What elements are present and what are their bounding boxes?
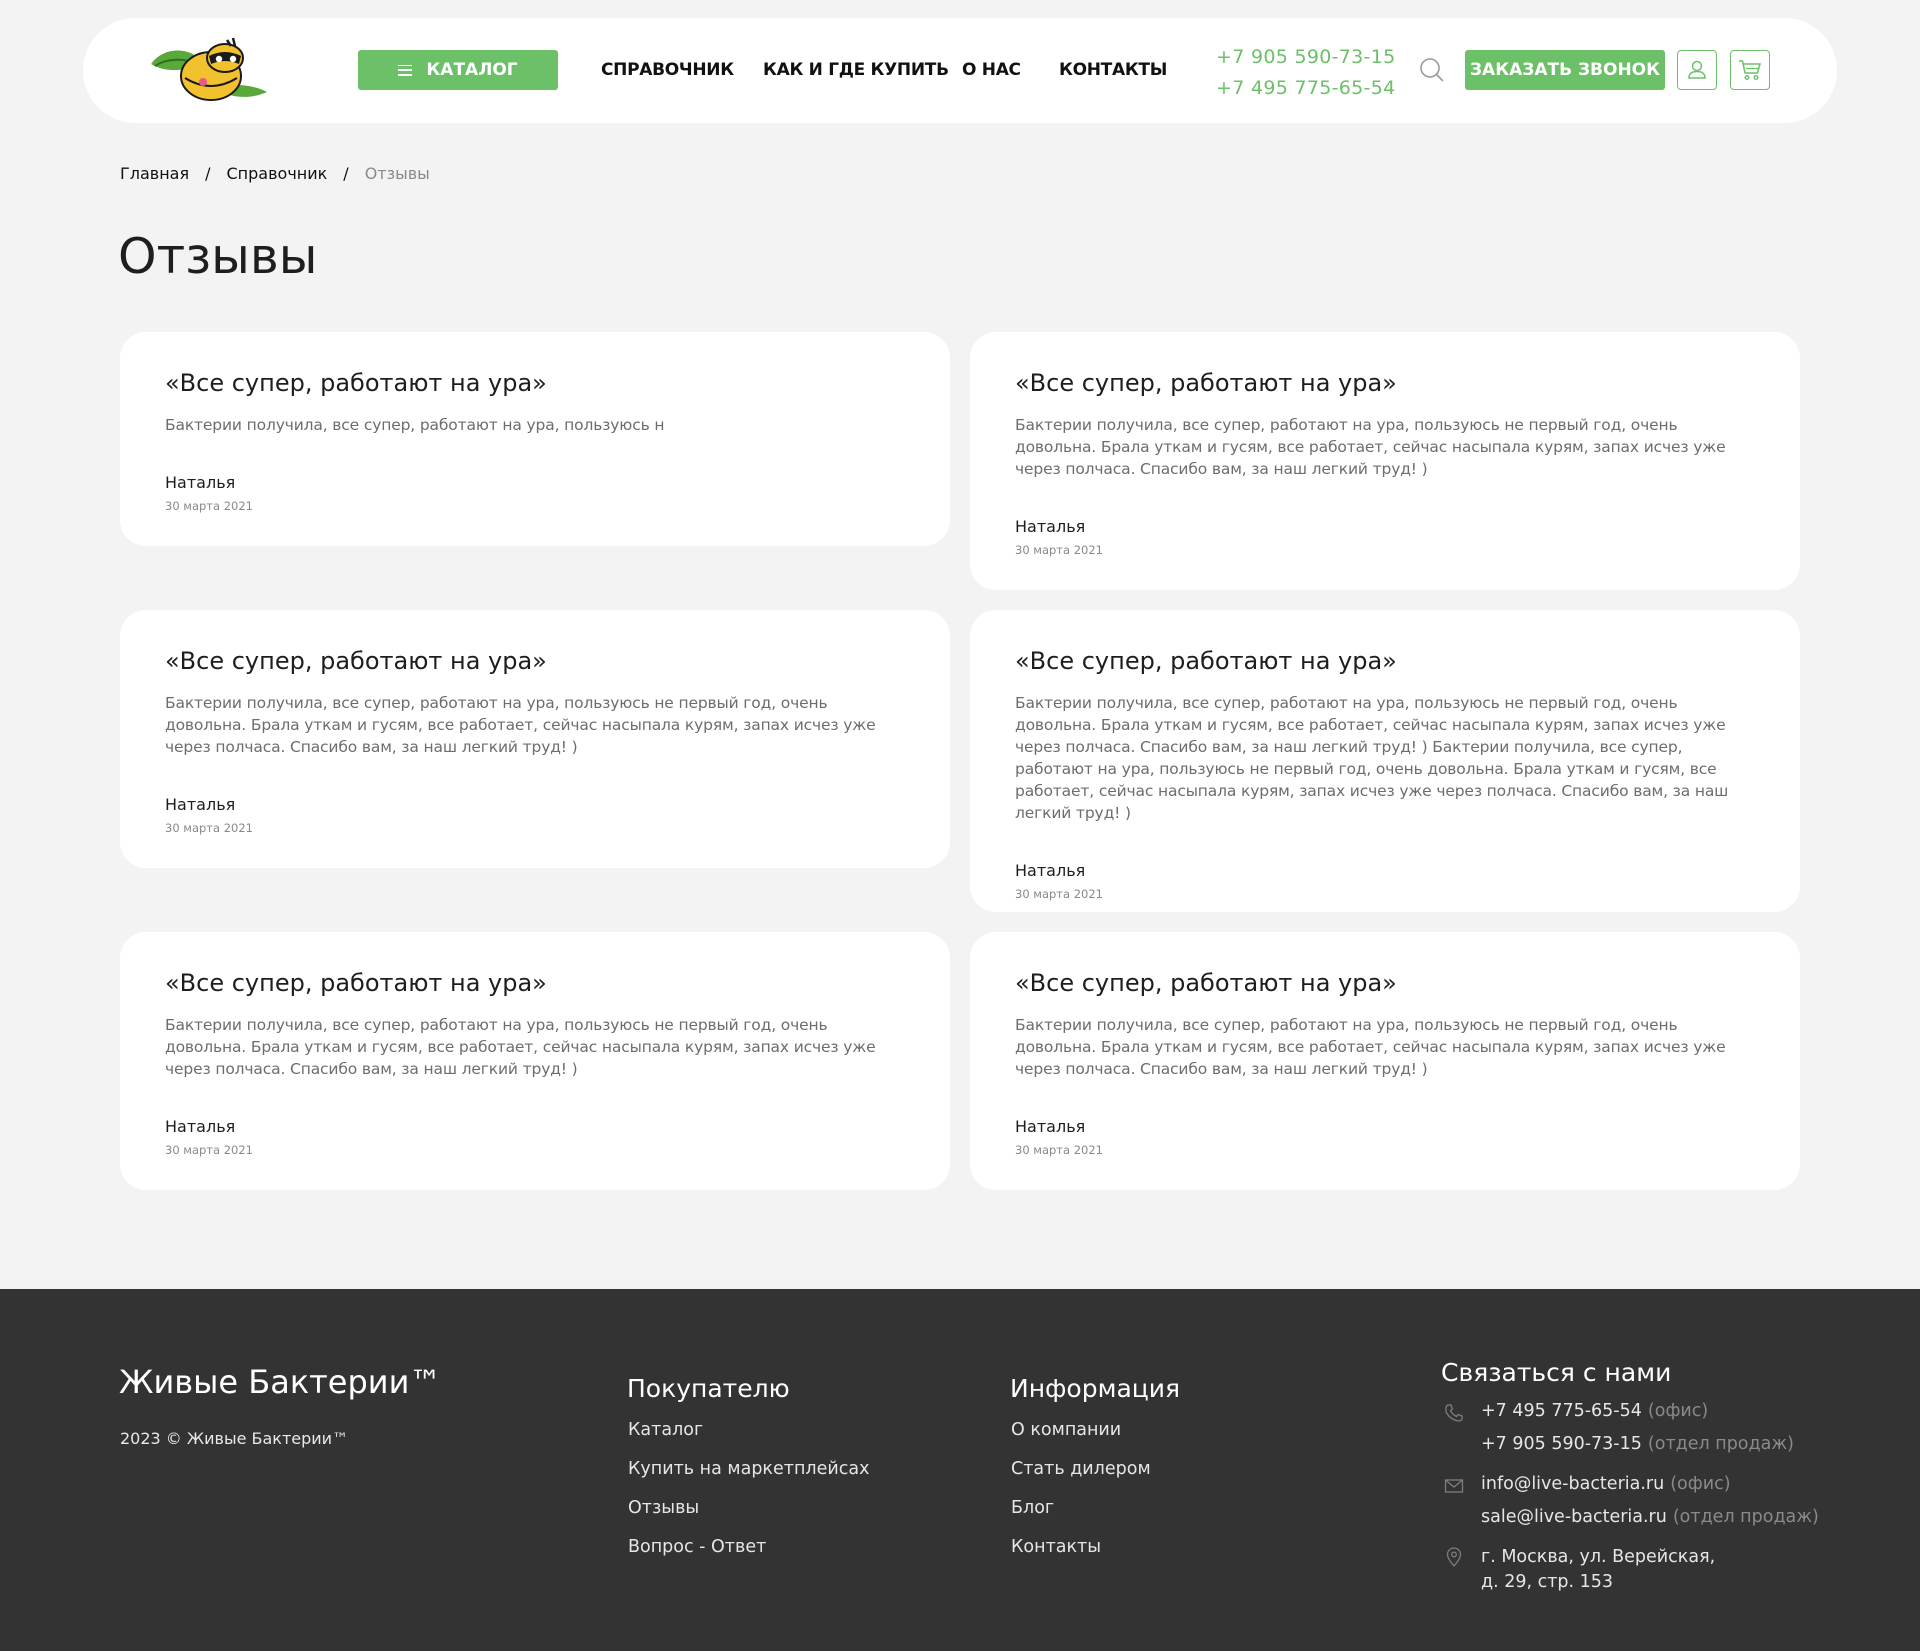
review-author: Наталья — [165, 473, 236, 492]
breadcrumb-current: Отзывы — [364, 164, 430, 183]
review-text: Бактерии получила, все супер, работают н… — [165, 416, 665, 434]
nav-directory[interactable]: СПРАВОЧНИК — [601, 60, 734, 80]
account-button[interactable] — [1677, 50, 1717, 90]
nav-contacts[interactable]: КОНТАКТЫ — [1059, 60, 1167, 80]
review-date: 30 марта 2021 — [1015, 1143, 1103, 1157]
review-text: Бактерии получила, все супер, работают н… — [165, 694, 876, 756]
review-card: «Все супер, работают на ура» Бактерии по… — [970, 332, 1800, 590]
review-title: «Все супер, работают на ура» — [165, 647, 547, 675]
location-icon — [1446, 1547, 1462, 1567]
review-card: «Все супер, работают на ура» Бактерии по… — [120, 332, 950, 546]
review-date: 30 марта 2021 — [165, 499, 253, 513]
review-author: Наталья — [1015, 517, 1086, 536]
catalog-button-label: КАТАЛОГ — [426, 60, 518, 80]
review-date: 30 марта 2021 — [165, 821, 253, 835]
footer-phone-sales[interactable]: +7 905 590-73-15 (отдел продаж) — [1481, 1434, 1794, 1454]
site-footer: Живые Бактерии™ 2023 © Живые Бактерии™ П… — [0, 1289, 1920, 1651]
breadcrumb-separator: / — [343, 164, 349, 183]
footer-brand: Живые Бактерии™ — [119, 1363, 442, 1401]
order-call-button[interactable]: ЗАКАЗАТЬ ЗВОНОК — [1465, 50, 1665, 90]
footer-link-reviews[interactable]: Отзывы — [628, 1498, 699, 1518]
review-card: «Все супер, работают на ура» Бактерии по… — [120, 932, 950, 1190]
footer-email-sales-address[interactable]: sale@live-bacteria.ru — [1481, 1507, 1667, 1527]
footer-email-office-address[interactable]: info@live-bacteria.ru — [1481, 1474, 1664, 1494]
footer-phone-office-number[interactable]: +7 495 775-65-54 — [1481, 1401, 1642, 1421]
footer-email-sales[interactable]: sale@live-bacteria.ru (отдел продаж) — [1481, 1507, 1819, 1527]
site-header: КАТАЛОГ СПРАВОЧНИК КАК И ГДЕ КУПИТЬ О НА… — [83, 18, 1837, 123]
cart-button[interactable] — [1730, 50, 1770, 90]
phone-icon — [1445, 1404, 1463, 1422]
breadcrumb-directory[interactable]: Справочник — [227, 164, 328, 183]
footer-phone-sales-number[interactable]: +7 905 590-73-15 — [1481, 1434, 1642, 1454]
header-phone-2[interactable]: +7 495 775-65-54 — [1216, 73, 1395, 104]
footer-phone-sales-note: (отдел продаж) — [1647, 1434, 1794, 1454]
footer-copyright: 2023 © Живые Бактерии™ — [120, 1429, 349, 1448]
footer-link-catalog[interactable]: Каталог — [628, 1420, 703, 1440]
review-card: «Все супер, работают на ура» Бактерии по… — [120, 610, 950, 868]
review-title: «Все супер, работают на ура» — [1015, 369, 1397, 397]
footer-email-office-note: (офис) — [1670, 1474, 1731, 1494]
footer-address-line2: д. 29, стр. 153 — [1481, 1572, 1614, 1592]
footer-buyer-title: Покупателю — [627, 1374, 790, 1403]
review-title: «Все супер, работают на ура» — [1015, 647, 1397, 675]
breadcrumb-home[interactable]: Главная — [120, 164, 189, 183]
review-author: Наталья — [165, 795, 236, 814]
review-text: Бактерии получила, все супер, работают н… — [1015, 416, 1726, 478]
footer-address-line1: г. Москва, ул. Верейская, — [1481, 1547, 1716, 1567]
review-title: «Все супер, работают на ура» — [1015, 969, 1397, 997]
footer-email-sales-note: (отдел продаж) — [1672, 1507, 1819, 1527]
header-phone-1[interactable]: +7 905 590-73-15 — [1216, 42, 1395, 73]
footer-phone-office-note: (офис) — [1647, 1401, 1709, 1421]
logo-mascot[interactable] — [145, 34, 271, 106]
review-card: «Все супер, работают на ура» Бактерии по… — [970, 610, 1800, 912]
footer-link-blog[interactable]: Блог — [1011, 1498, 1054, 1518]
review-text: Бактерии получила, все супер, работают н… — [1015, 694, 1729, 822]
footer-link-faq[interactable]: Вопрос - Ответ — [628, 1537, 766, 1557]
review-author: Наталья — [165, 1117, 236, 1136]
footer-info-title: Информация — [1010, 1374, 1181, 1403]
review-card: «Все супер, работают на ура» Бактерии по… — [970, 932, 1800, 1190]
footer-link-about[interactable]: О компании — [1011, 1420, 1121, 1440]
footer-phone-office[interactable]: +7 495 775-65-54 (офис) — [1481, 1401, 1708, 1421]
menu-icon — [398, 64, 413, 76]
review-date: 30 марта 2021 — [165, 1143, 253, 1157]
footer-link-contacts[interactable]: Контакты — [1011, 1537, 1101, 1557]
user-icon — [1688, 60, 1706, 79]
review-text: Бактерии получила, все супер, работают н… — [165, 1016, 876, 1078]
review-date: 30 марта 2021 — [1015, 887, 1103, 901]
breadcrumb: Главная / Справочник / Отзывы — [120, 164, 430, 183]
cart-icon — [1739, 60, 1761, 81]
footer-contact-title: Связаться с нами — [1441, 1358, 1672, 1387]
footer-link-dealer[interactable]: Стать дилером — [1011, 1459, 1151, 1479]
breadcrumb-separator: / — [205, 164, 211, 183]
header-phones: +7 905 590-73-15 +7 495 775-65-54 — [1216, 42, 1395, 104]
review-title: «Все супер, работают на ура» — [165, 369, 547, 397]
catalog-button[interactable]: КАТАЛОГ — [358, 50, 558, 90]
nav-about[interactable]: О НАС — [962, 60, 1021, 80]
nav-how-to-buy[interactable]: КАК И ГДЕ КУПИТЬ — [763, 60, 949, 80]
review-title: «Все супер, работают на ура» — [165, 969, 547, 997]
mail-icon — [1444, 1479, 1464, 1493]
page-title: Отзывы — [118, 228, 318, 285]
search-icon[interactable] — [1419, 57, 1445, 83]
review-author: Наталья — [1015, 1117, 1086, 1136]
review-text: Бактерии получила, все супер, работают н… — [1015, 1016, 1726, 1078]
footer-link-marketplaces[interactable]: Купить на маркетплейсах — [628, 1459, 869, 1479]
footer-email-office[interactable]: info@live-bacteria.ru (офис) — [1481, 1474, 1731, 1494]
review-author: Наталья — [1015, 861, 1086, 880]
review-date: 30 марта 2021 — [1015, 543, 1103, 557]
